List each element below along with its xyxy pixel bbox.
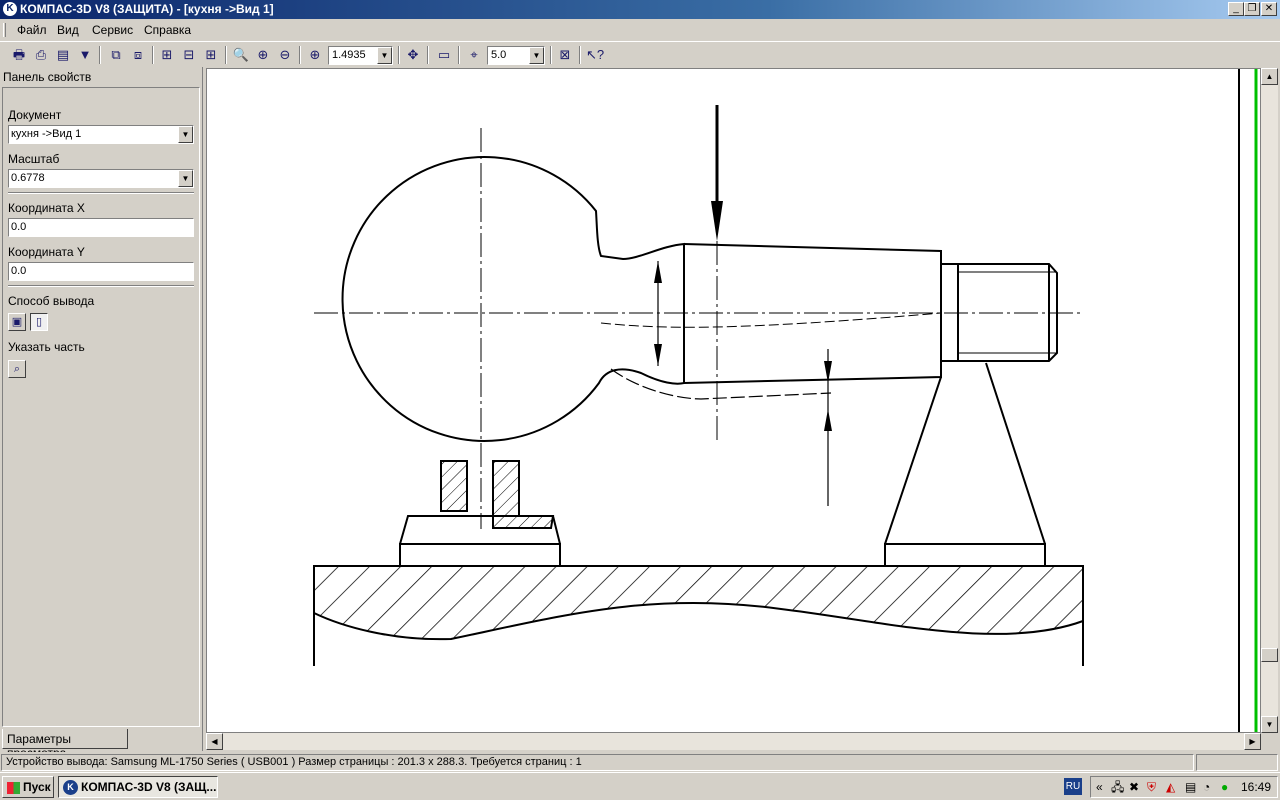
start-label: Пуск	[23, 780, 51, 794]
drawing-canvas[interactable]	[206, 68, 1261, 733]
zoom-scale-icon[interactable]: ⊕	[305, 45, 325, 65]
scroll-thumb[interactable]	[1261, 648, 1278, 662]
minimize-button[interactable]: _	[1228, 2, 1244, 16]
step-combo[interactable]: 5.0 ▼	[487, 46, 545, 65]
network-icon[interactable]: 🖧	[1111, 780, 1124, 794]
zoom-window-icon[interactable]: 🔍	[231, 45, 251, 65]
output-mode-label: Способ вывода	[8, 294, 95, 308]
part-drawing	[313, 155, 1084, 666]
start-button[interactable]: Пуск	[2, 776, 54, 798]
chevron-down-icon[interactable]: ▼	[529, 47, 544, 64]
zoom-out-icon[interactable]: ⊖	[275, 45, 295, 65]
volume-icon[interactable]: ◭	[1166, 780, 1175, 794]
windows-logo-icon	[7, 782, 20, 794]
scale-select[interactable]: 0.6778 ▼	[8, 169, 194, 188]
system-tray: « 🖧 ✖ ⛨ ◭ ▤ ◔ ● 16:49	[1090, 776, 1278, 798]
scale-label: Масштаб	[8, 152, 60, 166]
snap-step-icon[interactable]: ⌖	[464, 45, 484, 65]
close-button[interactable]: ✕	[1261, 2, 1277, 16]
scroll-right-icon[interactable]: ▶	[1244, 733, 1261, 750]
chevron-down-icon[interactable]: ▼	[178, 170, 193, 187]
zoom-combo[interactable]: 1.4935 ▼	[328, 46, 393, 65]
coord-y-field[interactable]: 0.0	[8, 262, 194, 281]
context-help-icon[interactable]: ↖?	[585, 45, 605, 65]
show-all-icon[interactable]: ▭	[434, 45, 454, 65]
scroll-corner	[1261, 733, 1278, 750]
layout-2-icon[interactable]: ⊟	[179, 45, 199, 65]
status-bar: Устройство вывода: Samsung ML-1750 Serie…	[0, 752, 1280, 772]
step-value: 5.0	[491, 49, 507, 61]
chevron-down-icon[interactable]: ▼	[377, 47, 392, 64]
chevron-down-icon[interactable]: ▼	[178, 126, 193, 143]
menu-file[interactable]: Файл	[17, 23, 47, 37]
clock: 16:49	[1240, 780, 1271, 794]
filter-icon[interactable]: ▼	[75, 45, 95, 65]
output-mode-fit-button[interactable]: ▣	[8, 313, 26, 331]
scale-value: 0.6778	[11, 172, 45, 184]
taskbar: Пуск K КОМПАС-3D V8 (ЗАЩ... RU « 🖧 ✖ ⛨ ◭…	[0, 772, 1280, 800]
copy-sheets-icon[interactable]: ⧉	[106, 45, 126, 65]
kompas-app-icon: K	[63, 780, 78, 795]
output-mode-page-button[interactable]: ▯	[30, 313, 48, 331]
print-icon[interactable]: 🖶	[9, 45, 29, 65]
close-preview-icon[interactable]: ⊠	[555, 45, 575, 65]
select-part-label: Указать часть	[8, 340, 85, 354]
print-preview-icon[interactable]: ⎙	[31, 45, 51, 65]
pan-icon[interactable]: ✥	[403, 45, 423, 65]
coord-y-label: Координата Y	[8, 245, 85, 259]
printer-tray-icon[interactable]: ▤	[1185, 780, 1196, 794]
update-icon[interactable]: ●	[1221, 780, 1228, 794]
network-disconnected-icon[interactable]: ✖	[1129, 780, 1139, 794]
window-title: КОМПАС-3D V8 (ЗАЩИТА) - [кухня ->Вид 1]	[20, 2, 274, 16]
kompas-logo-icon: K	[3, 2, 17, 16]
menu-help[interactable]: Справка	[144, 23, 191, 37]
language-indicator[interactable]: RU	[1064, 778, 1082, 795]
layout-grid-icon[interactable]: ⊞	[201, 45, 221, 65]
taskbar-item-kompas[interactable]: K КОМПАС-3D V8 (ЗАЩ...	[58, 776, 218, 798]
toolbar: 🖶 ⎙ ▤ ▼ ⧉ ⧈ ⊞ ⊟ ⊞ 🔍 ⊕ ⊖ ⊕ 1.4935 ▼ ✥ ▭ ⌖…	[0, 41, 1280, 67]
zoom-value: 1.4935	[332, 49, 366, 61]
document-label: Документ	[8, 108, 62, 122]
menu-bar: Файл Вид Сервис Справка	[0, 19, 1280, 41]
maximize-button[interactable]: ❐	[1244, 2, 1260, 16]
tray-expand-icon[interactable]: «	[1096, 780, 1103, 794]
document-select[interactable]: кухня ->Вид 1 ▼	[8, 125, 194, 144]
vertical-scrollbar[interactable]: ▲ ▼	[1261, 68, 1278, 733]
layout-1-icon[interactable]: ⊞	[157, 45, 177, 65]
move-sheets-icon[interactable]: ⧈	[128, 45, 148, 65]
properties-panel: Панель свойств Документ кухня ->Вид 1 ▼ …	[0, 67, 203, 760]
page-setup-icon[interactable]: ▤	[53, 45, 73, 65]
document-value: кухня ->Вид 1	[11, 128, 82, 140]
wifi-icon[interactable]: ◔	[1203, 780, 1210, 794]
status-cell-empty	[1196, 754, 1278, 771]
horizontal-scrollbar[interactable]: ◀ ▶	[206, 733, 1261, 750]
coord-x-field[interactable]: 0.0	[8, 218, 194, 237]
antivirus-shield-icon[interactable]: ⛨	[1147, 780, 1156, 794]
scroll-up-icon[interactable]: ▲	[1261, 68, 1278, 85]
menu-grip	[3, 23, 6, 37]
panel-title: Панель свойств	[3, 70, 92, 84]
title-bar: K КОМПАС-3D V8 (ЗАЩИТА) - [кухня ->Вид 1…	[0, 0, 1280, 19]
select-part-button[interactable]: ⌕	[8, 360, 26, 378]
zoom-in-icon[interactable]: ⊕	[253, 45, 273, 65]
panel-body: Документ кухня ->Вид 1 ▼ Масштаб 0.6778 …	[2, 87, 200, 727]
status-text: Устройство вывода: Samsung ML-1750 Serie…	[1, 754, 1194, 771]
scroll-left-icon[interactable]: ◀	[206, 733, 223, 750]
drawing-svg	[313, 69, 1258, 732]
taskbar-item-label: КОМПАС-3D V8 (ЗАЩ...	[81, 780, 217, 794]
scroll-down-icon[interactable]: ▼	[1261, 716, 1278, 733]
menu-service[interactable]: Сервис	[92, 23, 133, 37]
coord-x-label: Координата X	[8, 201, 85, 215]
tab-view-parameters[interactable]: Параметры просмотра	[2, 729, 128, 760]
menu-view[interactable]: Вид	[57, 23, 79, 37]
